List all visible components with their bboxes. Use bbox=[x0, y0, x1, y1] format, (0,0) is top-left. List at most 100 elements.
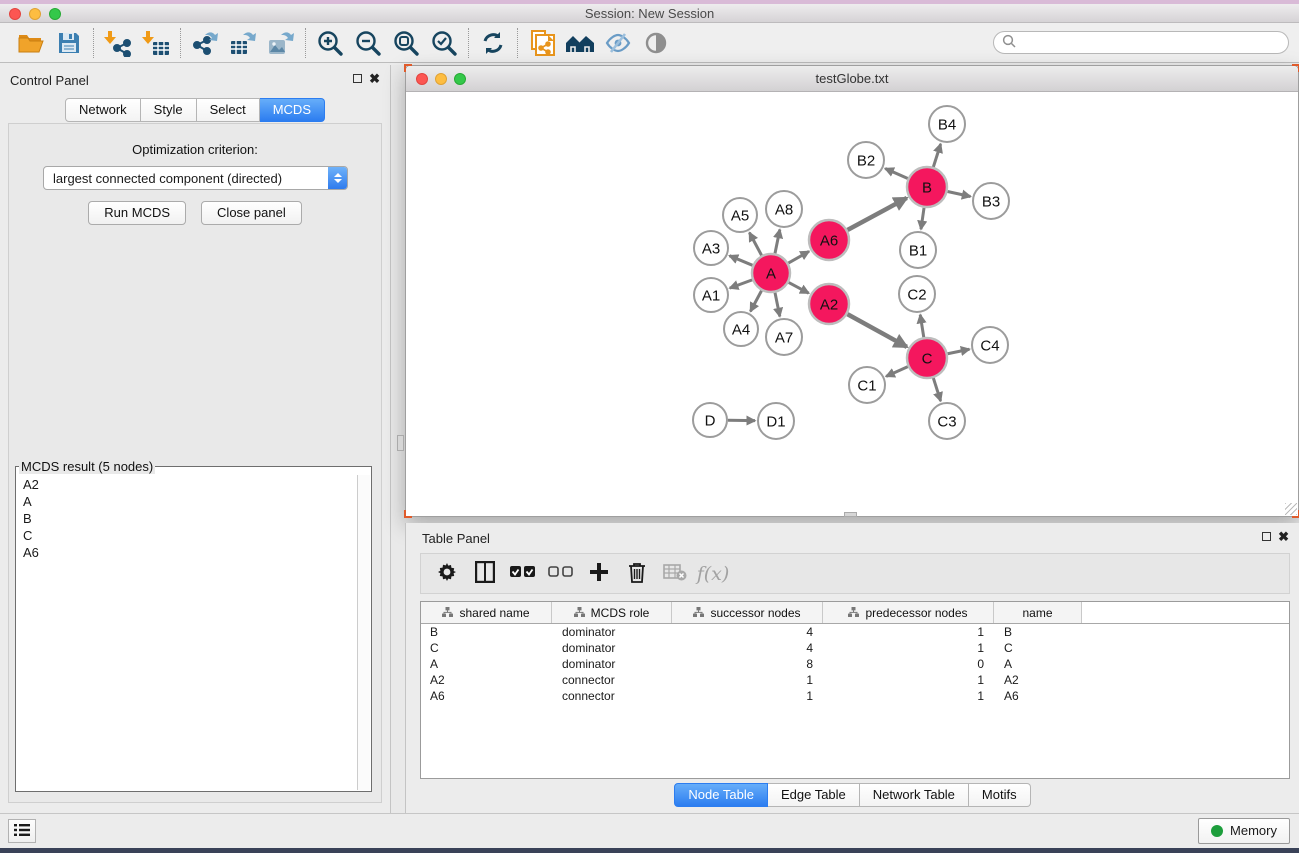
tab-edge-table[interactable]: Edge Table bbox=[768, 783, 860, 807]
graph-node-C3[interactable]: C3 bbox=[929, 403, 965, 439]
table-row[interactable]: B dominator 4 1 B bbox=[421, 624, 1289, 640]
search-field[interactable] bbox=[993, 31, 1289, 54]
close-panel-button[interactable]: Close panel bbox=[201, 201, 302, 225]
export-table-button[interactable] bbox=[224, 27, 262, 59]
tab-node-table[interactable]: Node Table bbox=[674, 783, 768, 807]
refresh-button[interactable] bbox=[474, 27, 512, 59]
add-column-button[interactable] bbox=[583, 558, 615, 590]
cell-name[interactable]: C bbox=[994, 641, 1082, 655]
import-table-button[interactable] bbox=[137, 27, 175, 59]
graph-edge-A-A4[interactable] bbox=[750, 291, 761, 312]
graph-edge-C-C4[interactable] bbox=[948, 349, 970, 354]
graph-node-D[interactable]: D bbox=[693, 403, 727, 437]
graph-edge-C-C3[interactable] bbox=[933, 378, 940, 401]
graph-edge-A-A1[interactable] bbox=[730, 280, 752, 288]
graph-node-A3[interactable]: A3 bbox=[694, 231, 728, 265]
cell-shared-name[interactable]: B bbox=[421, 625, 552, 639]
graph-edge-A6-B[interactable] bbox=[847, 198, 906, 230]
show-columns-button[interactable] bbox=[469, 558, 501, 590]
tab-style[interactable]: Style bbox=[141, 98, 197, 122]
cell-name[interactable]: A2 bbox=[994, 673, 1082, 687]
import-network-button[interactable] bbox=[99, 27, 137, 59]
delete-table-button[interactable] bbox=[659, 558, 691, 590]
network-horizontal-scrollbar[interactable] bbox=[844, 512, 857, 517]
graph-node-A6[interactable]: A6 bbox=[809, 220, 849, 260]
graph-node-C4[interactable]: C4 bbox=[972, 327, 1008, 363]
zoom-selected-button[interactable] bbox=[425, 27, 463, 59]
memory-button[interactable]: Memory bbox=[1198, 818, 1290, 844]
tab-motifs[interactable]: Motifs bbox=[969, 783, 1031, 807]
cell-mcds-role[interactable]: connector bbox=[552, 673, 672, 687]
run-mcds-button[interactable]: Run MCDS bbox=[88, 201, 186, 225]
cell-mcds-role[interactable]: dominator bbox=[552, 657, 672, 671]
graph-node-B4[interactable]: B4 bbox=[929, 106, 965, 142]
graph-edge-A-A5[interactable] bbox=[749, 233, 761, 256]
graph-edge-A-A3[interactable] bbox=[729, 256, 752, 266]
cell-predecessor-nodes[interactable]: 0 bbox=[823, 657, 994, 671]
cell-successor-nodes[interactable]: 1 bbox=[672, 673, 823, 687]
graph-node-B[interactable]: B bbox=[907, 167, 947, 207]
close-panel-icon[interactable]: ✖ bbox=[369, 71, 380, 87]
graph-edge-A-A2[interactable] bbox=[789, 282, 809, 293]
export-image-button[interactable] bbox=[262, 27, 300, 59]
graph-edge-B-B3[interactable] bbox=[948, 191, 971, 196]
table-row[interactable]: A6 connector 1 1 A6 bbox=[421, 688, 1289, 704]
result-item[interactable]: B bbox=[17, 510, 356, 527]
graph-edge-A2-C[interactable] bbox=[847, 314, 906, 347]
cell-successor-nodes[interactable]: 1 bbox=[672, 689, 823, 703]
network-graph[interactable]: B4B2BB3A8A5A6A3B1AC2A1A2A4A7C4CC1C3DD1 bbox=[406, 92, 1298, 516]
zoom-in-button[interactable] bbox=[311, 27, 349, 59]
result-item[interactable]: A6 bbox=[17, 544, 356, 561]
delete-columns-button[interactable] bbox=[621, 558, 653, 590]
zoom-out-button[interactable] bbox=[349, 27, 387, 59]
task-history-button[interactable] bbox=[8, 819, 36, 843]
cell-mcds-role[interactable]: connector bbox=[552, 689, 672, 703]
graph-node-A7[interactable]: A7 bbox=[766, 319, 802, 355]
cell-predecessor-nodes[interactable]: 1 bbox=[823, 689, 994, 703]
tab-network-table[interactable]: Network Table bbox=[860, 783, 969, 807]
column-header-shared-name[interactable]: shared name bbox=[421, 602, 552, 623]
result-item[interactable]: A bbox=[17, 493, 356, 510]
graph-edge-A-A8[interactable] bbox=[775, 230, 780, 254]
mcds-result-list[interactable]: A2 A B C A6 bbox=[17, 476, 356, 790]
tab-network[interactable]: Network bbox=[65, 98, 141, 122]
graph-node-B2[interactable]: B2 bbox=[848, 142, 884, 178]
clone-network-button[interactable] bbox=[523, 27, 561, 59]
cell-name[interactable]: B bbox=[994, 625, 1082, 639]
graph-node-B3[interactable]: B3 bbox=[973, 183, 1009, 219]
tab-mcds[interactable]: MCDS bbox=[260, 98, 325, 122]
hide-graphics-button[interactable] bbox=[599, 27, 637, 59]
table-row[interactable]: A dominator 8 0 A bbox=[421, 656, 1289, 672]
open-file-button[interactable] bbox=[12, 27, 50, 59]
cell-shared-name[interactable]: A6 bbox=[421, 689, 552, 703]
table-settings-button[interactable] bbox=[431, 558, 463, 590]
export-network-button[interactable] bbox=[186, 27, 224, 59]
zoom-fit-button[interactable] bbox=[387, 27, 425, 59]
graph-node-A8[interactable]: A8 bbox=[766, 191, 802, 227]
column-header-name[interactable]: name bbox=[994, 602, 1082, 623]
float-panel-button[interactable] bbox=[353, 74, 362, 83]
column-header-mcds-role[interactable]: MCDS role bbox=[552, 602, 672, 623]
search-input[interactable] bbox=[1021, 35, 1288, 50]
tab-select[interactable]: Select bbox=[197, 98, 260, 122]
cell-mcds-role[interactable]: dominator bbox=[552, 641, 672, 655]
cell-shared-name[interactable]: C bbox=[421, 641, 552, 655]
cell-successor-nodes[interactable]: 4 bbox=[672, 641, 823, 655]
node-table[interactable]: shared name MCDS role successor nodes pr… bbox=[420, 601, 1290, 779]
graph-node-C2[interactable]: C2 bbox=[899, 276, 935, 312]
column-header-successor-nodes[interactable]: successor nodes bbox=[672, 602, 823, 623]
cell-successor-nodes[interactable]: 8 bbox=[672, 657, 823, 671]
unselect-all-columns-button[interactable] bbox=[545, 558, 577, 590]
table-row[interactable]: A2 connector 1 1 A2 bbox=[421, 672, 1289, 688]
graph-node-B1[interactable]: B1 bbox=[900, 232, 936, 268]
network-canvas[interactable]: B4B2BB3A8A5A6A3B1AC2A1A2A4A7C4CC1C3DD1 bbox=[406, 92, 1298, 516]
save-session-button[interactable] bbox=[50, 27, 88, 59]
graph-edge-A-A6[interactable] bbox=[788, 251, 809, 263]
column-header-predecessor-nodes[interactable]: predecessor nodes bbox=[823, 602, 994, 623]
home-layout-button[interactable] bbox=[561, 27, 599, 59]
graph-node-D1[interactable]: D1 bbox=[758, 403, 794, 439]
cell-name[interactable]: A6 bbox=[994, 689, 1082, 703]
graph-edge-B-B1[interactable] bbox=[921, 208, 924, 229]
graph-edge-A-A7[interactable] bbox=[775, 293, 780, 317]
cell-mcds-role[interactable]: dominator bbox=[552, 625, 672, 639]
